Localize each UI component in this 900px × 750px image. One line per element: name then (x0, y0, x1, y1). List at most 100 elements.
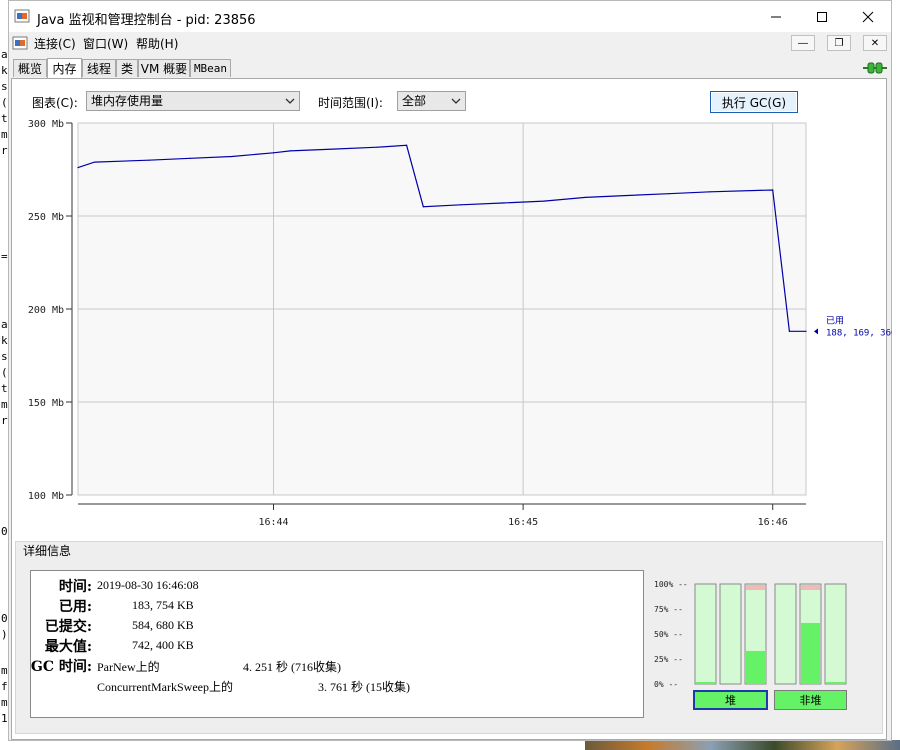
tab-classes[interactable]: 类 (116, 59, 138, 77)
detail-gc-label: GC 时间: (30, 659, 92, 675)
tab-memory[interactable]: 内存 (47, 58, 82, 78)
pool-tick-label: 75% -- (654, 605, 683, 614)
y-tick-label: 100 Mb (28, 491, 64, 502)
series-point (668, 193, 670, 195)
tab-threads[interactable]: 线程 (82, 59, 116, 77)
maximize-icon (817, 11, 827, 22)
console-char: m (1, 664, 8, 677)
series-point (376, 146, 379, 148)
series-point (189, 157, 191, 159)
detail-max-label: 最大值: (44, 639, 92, 655)
details-title: 详细信息 (23, 544, 72, 558)
heap-pool-bar (694, 583, 717, 685)
y-tick-label: 250 Mb (28, 212, 64, 223)
tab-bar: 概览 内存 线程 类 VM 概要 MBean (11, 58, 887, 78)
series-point (772, 189, 774, 191)
y-tick-label: 200 Mb (28, 305, 64, 316)
menu-help[interactable]: 帮助(H) (136, 35, 178, 52)
chart-select[interactable]: 堆内存使用量 (86, 91, 300, 111)
series-point (626, 194, 628, 197)
series-point (709, 191, 711, 193)
series-point (406, 144, 408, 146)
console-char: 1 (1, 712, 8, 725)
time-range-label: 时间范围(I): (318, 96, 383, 110)
menu-bar: 连接(C) 窗口(W) 帮助(H) — ❐ ✕ (9, 32, 891, 54)
frame-restore-button[interactable]: ❐ (827, 35, 851, 51)
pool-tick-label: 100% -- (654, 580, 688, 589)
chevron-down-icon (285, 98, 295, 104)
memory-pool-bars: 100% -- 75% -- 50% -- 25% -- 0% -- (654, 580, 847, 689)
x-tick-label: 16:45 (508, 517, 538, 528)
window-title: Java 监视和管理控制台 - pid: 23856 (37, 13, 256, 28)
console-char: t (1, 382, 8, 395)
series-point (289, 150, 291, 152)
series-point (805, 330, 807, 332)
gc-parnew-time: 4. 251 秒 (716收集) (243, 660, 341, 674)
time-range-value: 全部 (402, 94, 427, 108)
frame-minimize-button[interactable]: — (791, 35, 815, 51)
chart-label: 图表(C): (32, 96, 78, 110)
minimize-button[interactable] (753, 1, 799, 32)
detail-used-label: 已用: (58, 599, 92, 615)
java-app-icon (14, 9, 30, 23)
series-point (460, 204, 462, 206)
menu-connection[interactable]: 连接(C) (34, 35, 76, 52)
series-point (788, 330, 790, 332)
perform-gc-button[interactable]: 执行 GC(G) (710, 91, 798, 113)
console-char: m (1, 696, 8, 709)
console-char: r (1, 144, 8, 157)
series-point (272, 152, 275, 154)
series-point (231, 155, 233, 158)
tab-mbean[interactable]: MBean (190, 59, 231, 77)
console-char: ) (1, 628, 8, 641)
restore-icon: ❐ (834, 37, 844, 49)
nonheap-pool-bar (824, 583, 847, 685)
minimize-icon (771, 16, 781, 17)
frame-close-button[interactable]: ✕ (863, 35, 887, 51)
console-char: r (1, 414, 8, 427)
minimize-icon: — (798, 37, 808, 49)
console-char: m (1, 128, 8, 141)
tab-vm-summary[interactable]: VM 概要 (138, 59, 190, 77)
heap-pool-bar-fill (746, 651, 765, 684)
title-bar[interactable]: Java 监视和管理控制台 - pid: 23856 (9, 1, 891, 32)
detail-max-value: 742, 400 KB (132, 638, 194, 652)
nonheap-pool-bar-fill (826, 682, 845, 684)
gc-cms-name: ConcurrentMarkSweep上的 (97, 680, 233, 694)
series-point (94, 161, 96, 163)
series-point (148, 159, 150, 161)
detail-time-label: 时间: (58, 579, 92, 595)
detail-used-value: 183, 754 KB (132, 598, 194, 612)
chevron-down-icon (451, 98, 461, 104)
console-char: ( (1, 366, 8, 379)
series-point (335, 148, 337, 150)
annotation-value: 188, 169, 360 (826, 328, 892, 338)
gc-parnew-name: ParNew上的 (97, 660, 160, 674)
close-button[interactable] (845, 1, 891, 32)
heap-pool-bar-threshold (746, 585, 765, 590)
console-char: k (1, 334, 8, 347)
desktop-background (585, 740, 900, 750)
heap-pool-bar-fill (696, 682, 715, 684)
y-tick-label: 150 Mb (28, 398, 64, 409)
maximize-button[interactable] (799, 1, 845, 32)
detail-committed-label: 已提交: (44, 619, 92, 635)
nonheap-pool-button[interactable]: 非堆 (774, 690, 847, 710)
time-range-select[interactable]: 全部 (397, 91, 466, 111)
heap-pool-button[interactable]: 堆 (693, 690, 768, 710)
series-point (422, 206, 424, 208)
console-char: a (1, 48, 8, 61)
series-point (77, 167, 79, 169)
chart-select-value: 堆内存使用量 (91, 94, 164, 108)
nonheap-pool-bar-threshold (801, 585, 820, 590)
pool-tick-label: 50% -- (654, 630, 683, 639)
detail-committed-value: 584, 680 KB (132, 618, 194, 632)
close-icon (862, 11, 874, 22)
series-point (584, 196, 587, 198)
menu-window[interactable]: 窗口(W) (83, 35, 128, 52)
console-char: s (1, 80, 8, 93)
series-point (501, 202, 503, 204)
console-char: s (1, 350, 8, 363)
nonheap-pool-bar (774, 583, 797, 685)
tab-overview[interactable]: 概览 (13, 59, 47, 77)
